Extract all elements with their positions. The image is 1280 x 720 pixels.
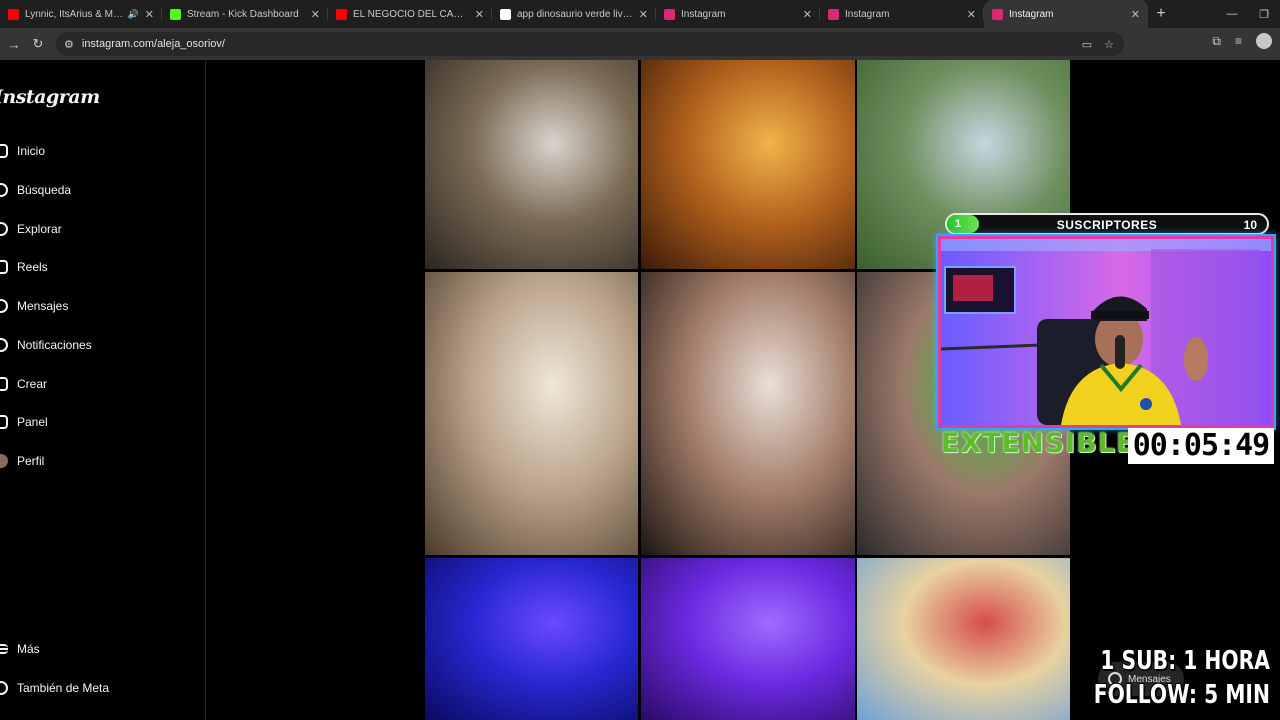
chart-icon [0,415,8,429]
window-controls: — ❐ [1216,0,1280,28]
post-thumbnail-woman-doorway[interactable] [425,272,638,555]
post-thumbnail-purple-light-selfie[interactable] [641,558,855,720]
minimize-button[interactable]: — [1216,8,1248,20]
cast-icon[interactable]: ▭ [1082,38,1092,51]
tab-favicon-icon [992,8,1003,20]
nav-item-inicio[interactable]: Inicio [0,140,45,162]
avatar-icon [0,454,8,468]
address-bar-row: → ↻ ⚙ instagram.com/aleja_osoriov/ ▭ ☆ ⧉… [0,28,1280,60]
stream-rules: 1 SUB: 1 HORA FOLLOW: 5 MIN [1094,644,1270,712]
new-tab-button[interactable]: + [1148,5,1174,23]
tab-close-icon[interactable]: ✕ [475,8,484,21]
nav-item-label: Panel [17,415,48,429]
nav-item-label: Mensajes [17,299,69,313]
nav-item-notificaciones[interactable]: Notificaciones [0,334,92,356]
nav-item-label: Explorar [17,222,62,236]
site-settings-icon[interactable]: ⚙ [64,38,74,51]
tab-favicon-icon [336,8,347,20]
webcam-overlay [936,234,1276,430]
browser-tab[interactable]: EL NEGOCIO DEL CARIÑO MAS ✕ [328,0,492,28]
nav-item-búsqueda[interactable]: Búsqueda [0,179,71,201]
tab-title: EL NEGOCIO DEL CARIÑO MAS [353,8,469,20]
tab-favicon-icon [828,8,839,20]
nav-item-reels[interactable]: Reels [0,256,48,278]
omnibox[interactable]: ⚙ instagram.com/aleja_osoriov/ ▭ ☆ [56,32,1124,56]
nav-item-mensajes[interactable]: Mensajes [0,295,68,317]
browser-tab[interactable]: Lynnic, ItsArius & Mocean - 🔊 ✕ [0,0,162,28]
post-thumbnail-blue-club-lights[interactable] [425,558,638,720]
tab-close-icon[interactable]: ✕ [145,8,154,21]
tab-title: Instagram [681,8,726,20]
subathon-timer: 00:05:49 [1128,428,1274,464]
nav-item-label: Perfil [17,454,45,468]
extensions-icon[interactable]: ⧉ [1212,34,1221,49]
post-thumbnail-woman-sparkler-street[interactable] [425,60,638,269]
nav-item-label: Búsqueda [17,183,72,197]
subscriber-goal-bar: 1 SUSCRIPTORES 10 [945,213,1269,235]
tab-close-icon[interactable]: ✕ [803,8,812,21]
tab-title: Instagram [845,8,890,20]
profile-avatar[interactable] [1256,33,1272,49]
webcam-image [941,239,1271,425]
tab-title: Stream - Kick Dashboard [187,8,299,20]
nav-item-label: Más [17,642,40,656]
browser-tab[interactable]: Instagram ✕ [984,0,1148,28]
tab-audio-icon[interactable]: 🔊 [128,9,139,20]
reels-icon [0,260,8,274]
instagram-logo[interactable]: Instagram [0,86,100,108]
tab-title: Instagram [1009,8,1054,20]
browser-tab[interactable]: Instagram ✕ [656,0,820,28]
bookmark-star-icon[interactable]: ☆ [1104,38,1114,51]
home-icon [0,144,8,158]
nav-item-label: Inicio [17,144,46,158]
rule-sub: 1 SUB: 1 HORA [1100,646,1270,676]
nav-item-panel[interactable]: Panel [0,411,48,433]
maximize-button[interactable]: ❐ [1248,8,1280,21]
tab-title: app dinosaurio verde live - Bus [517,8,633,20]
post-thumbnail-glass-drink[interactable] [641,60,855,269]
tab-favicon-icon [664,8,675,20]
post-thumbnail-woman-portrait[interactable] [641,272,855,555]
browser-tab[interactable]: Instagram ✕ [820,0,984,28]
nav-item-perfil[interactable]: Perfil [0,450,44,472]
compass-icon [0,222,8,236]
menu-icon [0,644,8,654]
browser-tab-bar: Lynnic, ItsArius & Mocean -🔊✕Stream - Ki… [0,0,1280,28]
search-icon [0,183,8,197]
messenger-icon [0,299,8,313]
meta-icon [0,681,8,695]
forward-icon[interactable]: → [2,37,26,52]
media-control-icon[interactable]: ≡ [1235,34,1242,48]
subscriber-goal-target: 10 [1243,218,1257,232]
nav-item-label: Reels [17,260,48,274]
nav-item-label: También de Meta [17,681,110,695]
instagram-sidebar: Instagram Inicio Búsqueda Explorar Reels Men… [0,60,206,720]
extensible-label: EXTENSIBLE [941,428,1136,459]
plus-square-icon [0,377,8,391]
heart-icon [0,338,8,352]
tab-close-icon[interactable]: ✕ [639,8,648,21]
nav-item-bottom[interactable]: Más [0,638,40,660]
nav-item-crear[interactable]: Crear [0,373,47,395]
url-text[interactable]: instagram.com/aleja_osoriov/ [82,38,225,50]
tab-close-icon[interactable]: ✕ [311,8,320,21]
tab-title: Lynnic, ItsArius & Mocean - [25,8,124,20]
browser-tab[interactable]: app dinosaurio verde live - Bus ✕ [492,0,656,28]
tab-favicon-icon [170,8,181,20]
tab-favicon-icon [8,8,19,20]
rule-follow: FOLLOW: 5 MIN [1093,680,1270,710]
tab-close-icon[interactable]: ✕ [967,8,976,21]
nav-item-explorar[interactable]: Explorar [0,218,62,240]
nav-item-label: Notificaciones [17,338,92,352]
reload-icon[interactable]: ↻ [26,36,50,52]
post-thumbnail-umbrella-street[interactable] [857,558,1070,720]
nav-item-bottom[interactable]: También de Meta [0,677,109,699]
tab-favicon-icon [500,8,511,20]
subscriber-goal-label: SUSCRIPTORES [1056,218,1158,232]
tab-close-icon[interactable]: ✕ [1131,8,1140,21]
browser-tab[interactable]: Stream - Kick Dashboard ✕ [162,0,328,28]
nav-item-label: Crear [17,377,48,391]
